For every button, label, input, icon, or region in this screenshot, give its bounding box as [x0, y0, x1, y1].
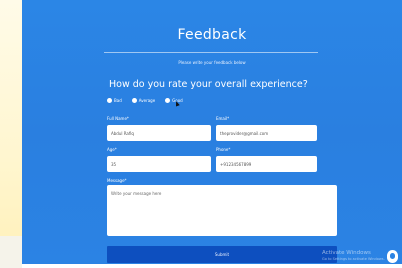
title-divider [104, 52, 318, 53]
activate-windows-watermark: Activate Windows Go to Settings to activ… [322, 250, 385, 262]
background-left-panel [0, 0, 22, 268]
form-subtitle: Please write your feedback below [178, 60, 246, 65]
age-field[interactable]: 35 [107, 156, 211, 172]
radio-circle-icon[interactable] [131, 97, 137, 103]
email-field[interactable]: theprovider@gmail.com [216, 125, 317, 141]
watermark-subtitle: Go to Settings to activate Windows. [322, 257, 385, 261]
background-left-bottom [0, 236, 22, 268]
radio-circle-icon[interactable] [107, 97, 112, 103]
background-bottom-strip [22, 264, 402, 268]
form-title: Feedback [177, 27, 247, 43]
message-label: Message* [107, 178, 127, 183]
phone-field[interactable]: +91234567899 [216, 156, 317, 172]
rating-question: How do you rate your overall experience? [109, 79, 308, 90]
rating-radio-group: Bad Average Good [107, 96, 193, 104]
message-textarea[interactable]: Write your message here [107, 185, 337, 236]
rating-option-label: Average [138, 97, 156, 103]
full-name-field[interactable]: Abdul Rafiq [107, 125, 211, 141]
full-name-label: Full Name* [107, 116, 129, 121]
radio-circle-icon[interactable] [165, 97, 171, 103]
rating-option-average[interactable]: Average [131, 97, 156, 103]
rating-option-label: Bad [114, 97, 122, 103]
age-label: Age* [107, 147, 117, 152]
submit-button[interactable]: Submit [107, 246, 337, 263]
feedback-form-container: Feedback Please write your feedback belo… [22, 0, 402, 264]
rating-option-bad[interactable]: Bad [107, 97, 122, 103]
email-label: Email* [216, 116, 230, 121]
assistant-bot-icon[interactable] [387, 250, 398, 263]
phone-label: Phone* [216, 147, 231, 152]
